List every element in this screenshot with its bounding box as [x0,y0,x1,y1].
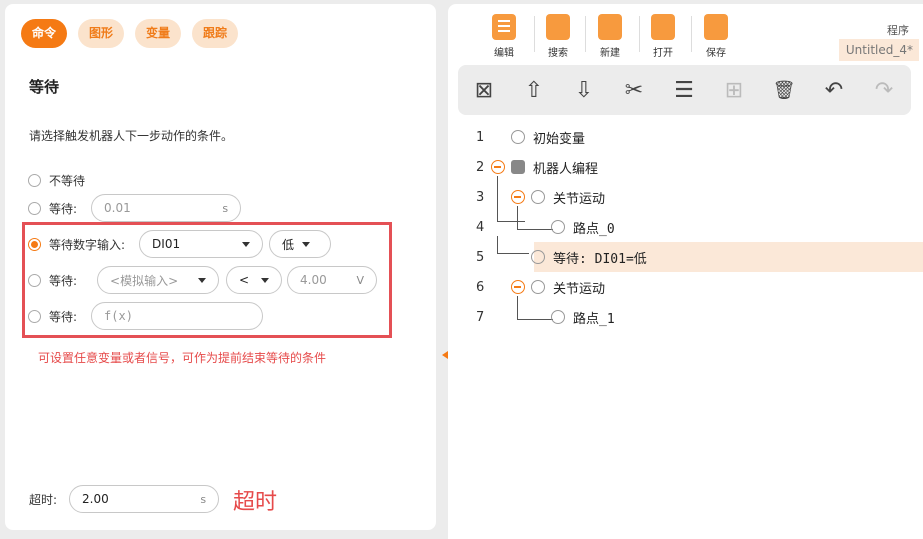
tree-node: 路点_1 [551,308,615,327]
edit-icon [492,14,516,40]
redo-icon: ↷ [874,77,894,103]
tree-node: 等待: DI01=低 [531,248,647,267]
program-icon [511,160,525,174]
joint-move-icon [531,190,545,204]
cut-icon[interactable]: ✂ [621,77,647,103]
tree-node: 机器人编程 [511,158,598,177]
trash-icon[interactable]: 🗑 [771,77,797,103]
joint-move-icon [531,280,545,294]
page-title: 等待 [29,78,60,96]
new-label: 新建 [600,48,620,59]
edit-toolbar: ⊠ ⇧ ⇩ ✂ ☰ ⊞ 🗑 ↶ ↷ [458,65,911,115]
new-file-icon [598,14,622,40]
collapse-icon[interactable] [511,280,525,294]
command-panel: 命令 图形 变量 跟踪 等待 请选择触发机器人下一步动作的条件。 不等待 等待:… [5,4,436,530]
new-button[interactable]: 新建 [590,14,630,59]
save-button[interactable]: 保存 [696,14,736,59]
highlight-box [22,222,392,338]
node-label: 路点_1 [573,311,615,327]
divider [639,16,640,52]
annotation-note: 可设置任意变量或者信号，可作为提前结束等待的条件 [38,351,327,365]
tree-row[interactable]: 6 关节运动 [448,272,923,302]
tab-bar: 命令 图形 变量 跟踪 [21,19,239,48]
wait-time-input[interactable]: 0.01 s [91,194,242,222]
collapse-icon[interactable] [511,190,525,204]
line-number: 1 [476,129,485,145]
timeout-value: 2.00 [82,492,109,506]
undo-icon[interactable]: ↶ [821,77,847,103]
tab-trace[interactable]: 跟踪 [192,19,239,48]
open-label: 打开 [653,48,673,59]
save-icon [704,14,728,40]
search-button[interactable]: 搜索 [538,14,578,59]
wait-time-value: 0.01 [104,201,131,215]
option-label: 等待: [49,201,78,216]
node-label: 关节运动 [553,191,606,207]
tree-row[interactable]: 1 初始变量 [448,122,923,152]
copy-icon[interactable]: ☰ [671,77,697,103]
tree-row[interactable]: 7 路点_1 [448,302,923,332]
tab-command[interactable]: 命令 [21,19,68,48]
tree-row[interactable]: 2 机器人编程 [448,152,923,182]
tab-graphics[interactable]: 图形 [78,19,125,48]
edit-button[interactable]: 编辑 [484,14,524,59]
timeout-row: 超时: 2.00 s [29,485,220,513]
open-folder-icon [651,14,675,40]
line-number: 5 [476,249,485,265]
line-number: 2 [476,159,485,175]
divider [691,16,692,52]
line-number: 7 [476,309,485,325]
timeout-input[interactable]: 2.00 s [69,485,220,513]
description-text: 请选择触发机器人下一步动作的条件。 [29,129,234,143]
timeout-annotation: 超时 [233,490,278,515]
search-label: 搜索 [548,48,568,59]
tree-node: 关节运动 [531,278,605,297]
line-number: 3 [476,189,485,205]
line-number: 4 [476,219,485,235]
timeout-label: 超时: [29,492,58,507]
node-label: 初始变量 [533,131,586,147]
tree-node: 关节运动 [531,188,605,207]
radio-wait-time[interactable] [28,201,41,215]
unit-label: s [222,201,229,215]
delete-box-icon[interactable]: ⊠ [471,77,497,103]
collapse-icon[interactable] [491,160,505,174]
line-number: 6 [476,279,485,295]
radio-no-wait[interactable] [28,174,41,187]
tree-row[interactable]: 4 路点_0 [448,212,923,242]
unit-label: s [200,492,207,506]
edit-label: 编辑 [494,48,514,59]
paste-icon: ⊞ [724,77,744,103]
program-label: 程序 [887,24,909,37]
tree-row[interactable]: 3 关节运动 [448,182,923,212]
node-label: 机器人编程 [533,161,599,177]
tree-row-selected[interactable]: 5 等待: DI01=低 [448,242,923,272]
waypoint-icon [551,220,565,234]
option-label: 不等待 [49,174,86,188]
move-up-icon[interactable]: ⇧ [521,77,547,103]
divider [534,16,535,52]
tab-variables[interactable]: 变量 [135,19,182,48]
wait-icon [531,250,545,264]
option-no-wait[interactable]: 不等待 [28,172,85,189]
node-label: 关节运动 [553,281,606,297]
save-label: 保存 [706,48,726,59]
move-down-icon[interactable]: ⇩ [571,77,597,103]
variable-icon [511,130,525,144]
divider [585,16,586,52]
tree-node: 初始变量 [511,128,585,147]
node-label: 等待: DI01=低 [553,251,647,267]
option-wait-time[interactable]: 等待: 0.01 s [28,194,242,222]
program-name: Untitled_4* [839,39,919,61]
tree-node: 路点_0 [551,218,615,237]
open-button[interactable]: 打开 [643,14,683,59]
node-label: 路点_0 [573,221,615,237]
top-toolbar: 编辑 搜索 新建 打开 保存 程序 Untitled_4* [448,4,923,64]
search-icon [546,14,570,40]
waypoint-icon [551,310,565,324]
program-panel: 编辑 搜索 新建 打开 保存 程序 Untitled_4* ⊠ ⇧ ⇩ ✂ ☰ … [448,4,923,539]
